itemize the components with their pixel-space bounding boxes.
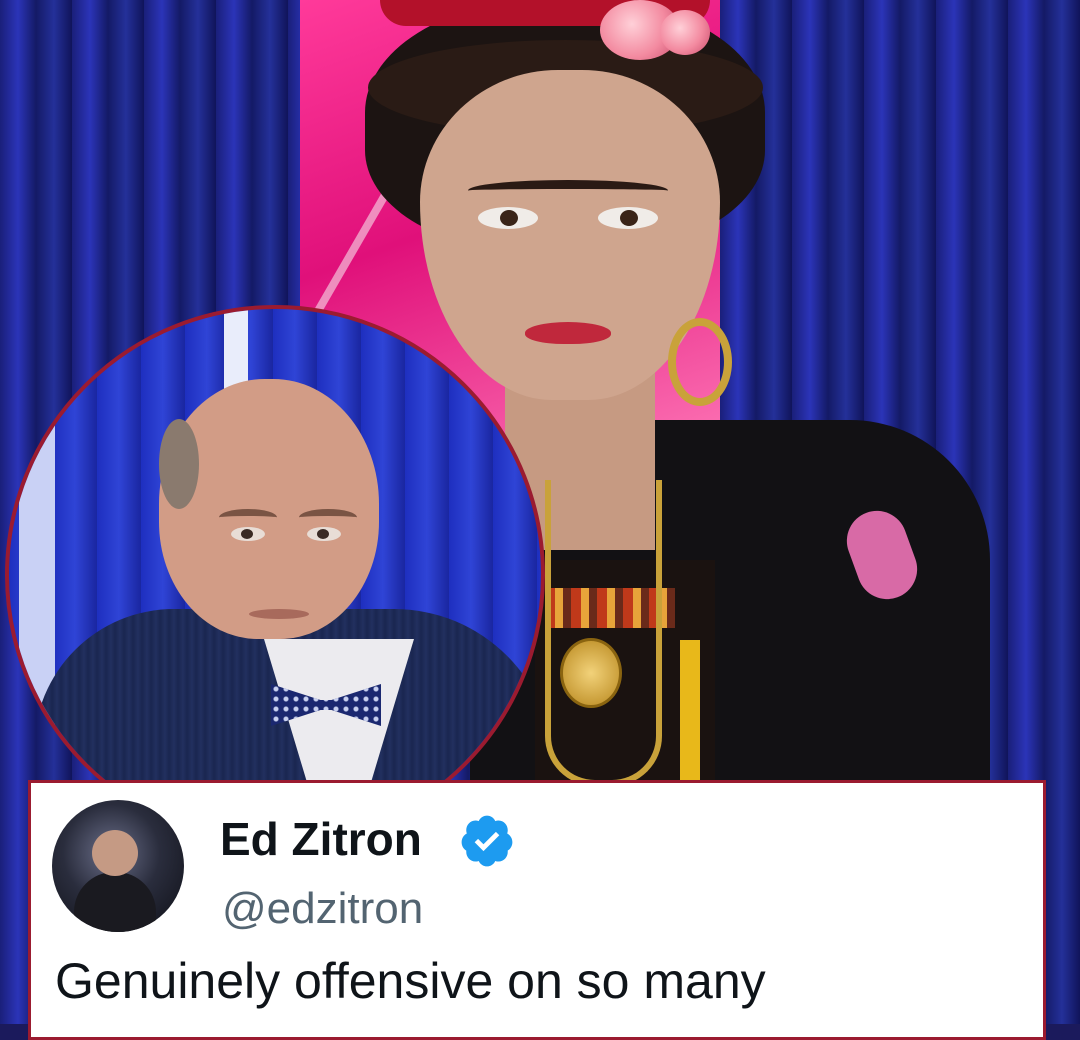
right-eye [598,207,658,229]
yellow-trim [680,640,700,790]
unibrow [468,180,668,201]
man-right-brow [299,509,357,526]
avatar-face [92,830,138,876]
red-lips [525,322,611,344]
profile-avatar[interactable] [52,800,184,932]
man-left-eye [231,527,265,541]
tweet-text: Genuinely offensive on so many [55,953,766,1009]
man-right-eye [307,527,341,541]
man-hair [159,419,199,509]
man-left-brow [219,509,277,526]
gold-pendant [560,638,622,708]
man-mouth [249,609,309,619]
display-name[interactable]: Ed Zitron [220,812,422,866]
left-eye [478,207,538,229]
gold-hoop-earring [668,318,732,406]
rose-flower [660,10,710,55]
avatar-body [74,872,156,932]
gold-necklace [545,480,662,786]
man-head [159,379,379,639]
inset-circle-photo [5,305,545,845]
verified-badge-icon [461,815,513,867]
user-handle[interactable]: @edzitron [222,884,423,934]
